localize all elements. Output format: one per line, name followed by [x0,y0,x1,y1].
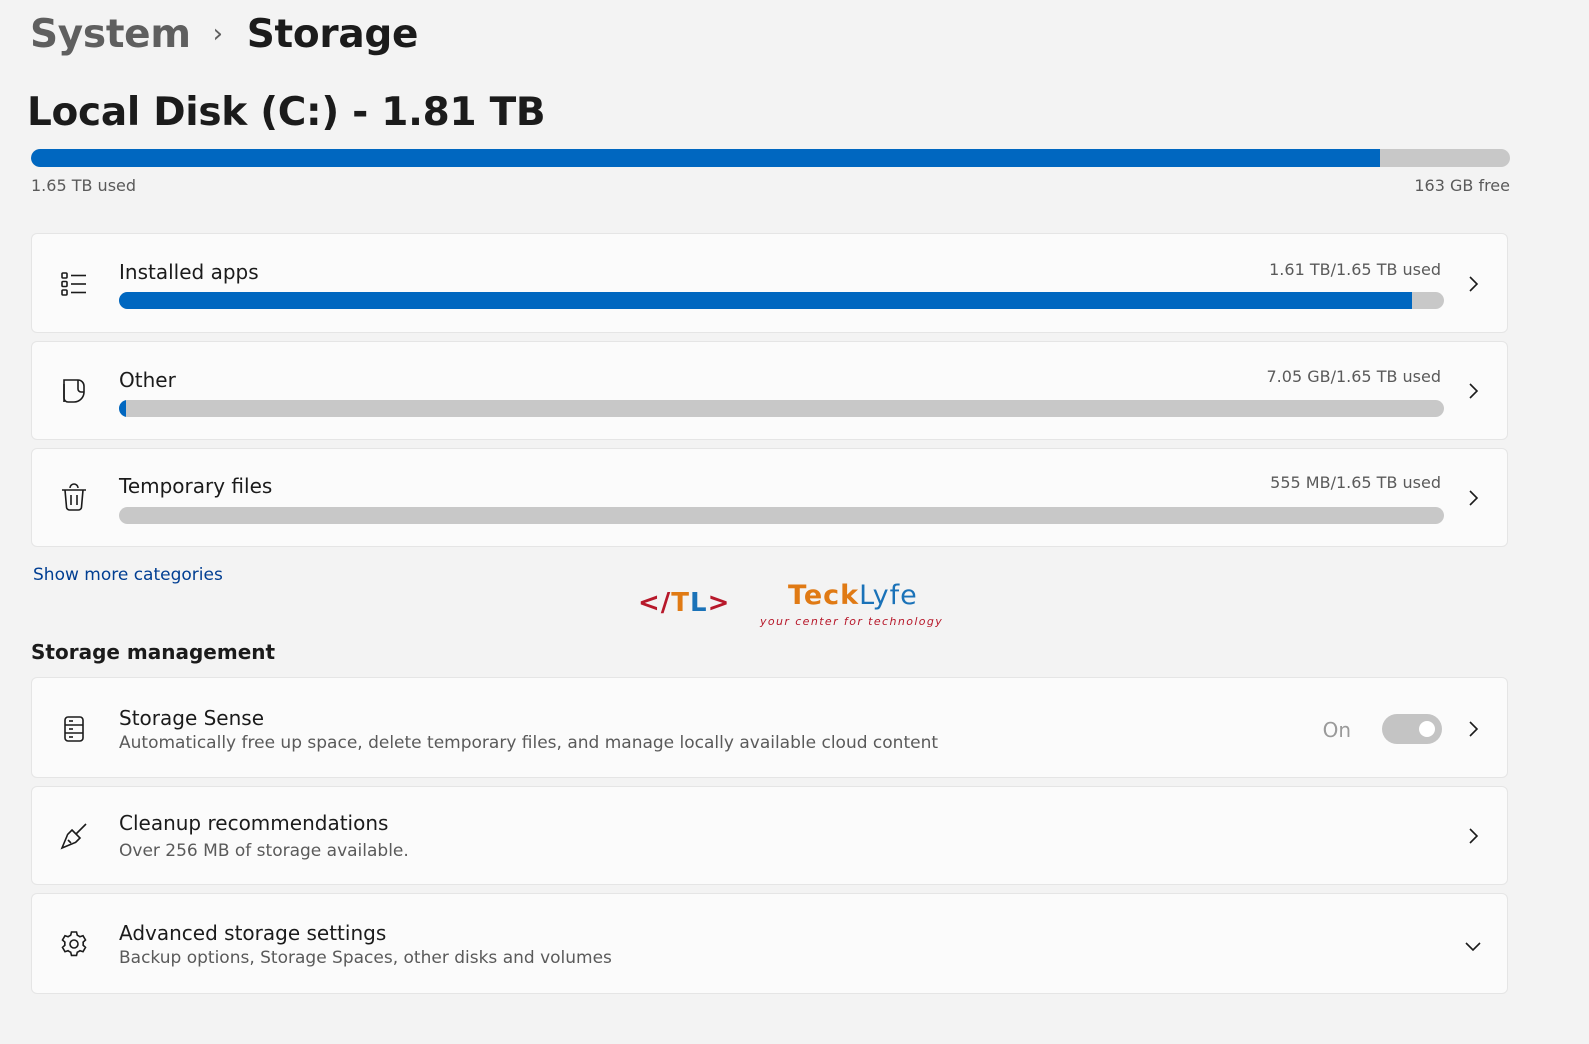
logo-wordmark: TeckLyfe [788,580,918,611]
chevron-right-icon [1461,824,1485,848]
storage-sense-icon [56,711,92,747]
category-other[interactable]: Other 7.05 GB/1.65 TB used [31,341,1508,440]
category-usage-bar [119,400,1444,417]
breadcrumb-separator: › [212,19,223,49]
category-label: Temporary files [119,474,273,498]
chevron-down-icon[interactable] [1461,934,1485,958]
advanced-storage-settings-label: Advanced storage settings [119,921,387,945]
category-usage-bar [119,507,1444,524]
category-usage: 1.61 TB/1.65 TB used [1269,260,1441,279]
category-temporary-files[interactable]: Temporary files 555 MB/1.65 TB used [31,448,1508,547]
storage-management-heading: Storage management [31,640,276,664]
disk-usage-bar-fill [31,149,1380,167]
category-label: Installed apps [119,260,259,284]
trash-icon [56,480,92,516]
gear-icon [56,926,92,962]
document-icon [56,373,92,409]
advanced-storage-settings-description: Backup options, Storage Spaces, other di… [119,948,612,968]
page-title: Storage [246,11,419,57]
disk-free-label: 163 GB free [1414,176,1510,195]
tecklyfe-logo: </TL> TeckLyfe your center for technolog… [638,580,968,632]
category-usage-bar-fill [119,292,1413,309]
list-icon [56,266,92,302]
show-more-categories-link[interactable]: Show more categories [33,565,223,585]
storage-sense-toggle[interactable] [1382,714,1442,744]
cleanup-recommendations-label: Cleanup recommendations [119,811,389,835]
advanced-storage-settings-row[interactable]: Advanced storage settings Backup options… [31,893,1508,994]
disk-usage-bar [31,149,1510,167]
cleanup-recommendations-description: Over 256 MB of storage available. [119,841,409,861]
broom-icon [56,818,92,854]
category-usage: 7.05 GB/1.65 TB used [1266,367,1442,386]
category-usage-bar [119,292,1444,309]
storage-sense-description: Automatically free up space, delete temp… [119,733,939,753]
storage-sense-row[interactable]: Storage Sense Automatically free up spac… [31,677,1508,778]
breadcrumb-system-link[interactable]: System [30,12,191,57]
cleanup-recommendations-row[interactable]: Cleanup recommendations Over 256 MB of s… [31,786,1508,885]
category-usage: 555 MB/1.65 TB used [1270,473,1441,492]
storage-sense-toggle-state: On [1322,718,1351,742]
logo-tagline: your center for technology [760,615,944,628]
toggle-knob [1419,721,1435,737]
category-usage-bar-fill [119,400,126,417]
disk-used-label: 1.65 TB used [31,176,137,195]
category-label: Other [119,368,176,392]
disk-title: Local Disk (C:) - 1.81 TB [27,90,546,135]
chevron-right-icon [1461,379,1485,403]
storage-sense-label: Storage Sense [119,706,265,730]
category-installed-apps[interactable]: Installed apps 1.61 TB/1.65 TB used [31,233,1508,333]
chevron-right-icon [1461,486,1485,510]
chevron-right-icon [1461,717,1485,741]
chevron-right-icon [1461,272,1485,296]
tl-logo-mark: </TL> [638,588,731,618]
breadcrumb: System › Storage [30,8,418,60]
